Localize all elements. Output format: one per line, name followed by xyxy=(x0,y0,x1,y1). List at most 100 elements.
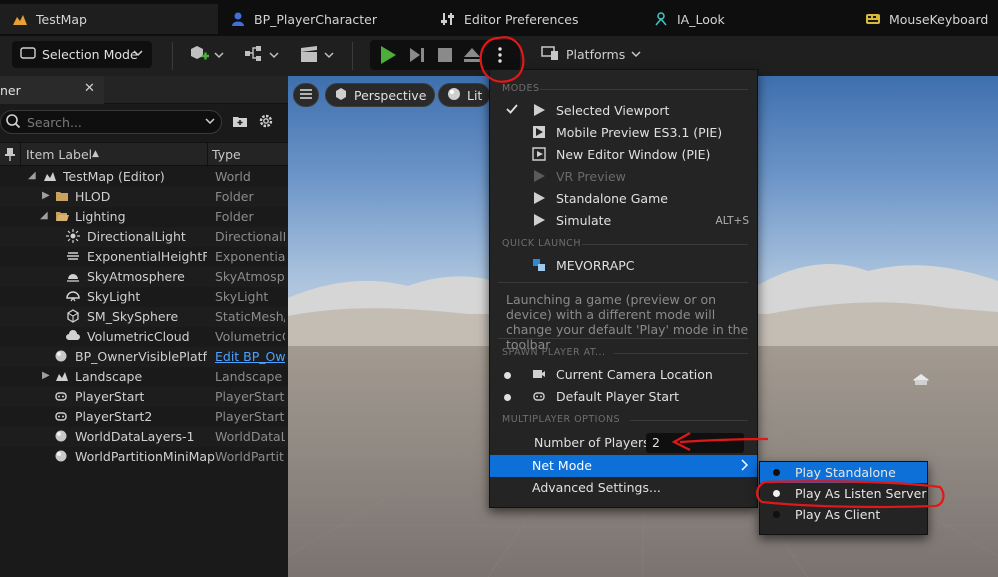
row-label: PlayerStart xyxy=(75,389,145,404)
row-label: WorldPartitionMiniMap xyxy=(75,449,215,464)
section-divider xyxy=(582,244,748,245)
tree-row[interactable]: ExponentialHeightFog ExponentialI xyxy=(0,247,288,267)
number-of-players-input[interactable]: 2 xyxy=(646,433,744,453)
tree-row[interactable]: SM_SkySphere StaticMesh/ xyxy=(0,307,288,327)
gear-icon[interactable] xyxy=(258,113,274,132)
menu-item-selected-viewport[interactable]: Selected Viewport xyxy=(556,103,669,118)
play-icon[interactable] xyxy=(378,44,398,69)
static-mesh-icon xyxy=(66,309,80,323)
row-type: SkyLight xyxy=(215,289,269,304)
tab-bp-playercharacter[interactable]: BP_PlayerCharacter xyxy=(218,4,418,34)
menu-item-quick-launch-device[interactable]: MEVORRAPC xyxy=(556,258,635,273)
actor-sphere-icon xyxy=(54,429,68,443)
expand-arrow-icon[interactable]: ▶ xyxy=(42,370,50,381)
column-item-label[interactable]: Item Label xyxy=(26,147,92,162)
eject-icon[interactable] xyxy=(462,44,482,69)
clapperboard-icon xyxy=(298,43,320,68)
menu-item-mobile-preview[interactable]: Mobile Preview ES3.1 (PIE) xyxy=(556,125,722,140)
menu-item-simulate[interactable]: Simulate xyxy=(556,213,611,228)
chevron-down-icon xyxy=(214,48,224,63)
menu-item-default-player-start[interactable]: Default Player Start xyxy=(556,389,679,404)
platforms-button[interactable]: Platforms xyxy=(540,44,641,65)
menu-item-vr-preview: VR Preview xyxy=(556,169,626,184)
net-mode-submenu: Play Standalone Play As Listen Server Pl… xyxy=(759,461,928,535)
level-icon xyxy=(12,11,28,27)
add-folder-icon[interactable] xyxy=(232,113,248,132)
row-type: DirectionalL xyxy=(215,229,285,244)
tree-row[interactable]: VolumetricCloud VolumetricC xyxy=(0,327,288,347)
platforms-icon xyxy=(540,44,560,65)
tab-ia-look[interactable]: IA_Look xyxy=(641,4,841,34)
actor-sphere-icon xyxy=(54,349,68,363)
section-quick-launch: QUICK LAUNCH xyxy=(502,238,581,249)
tab-testmap[interactable]: TestMap xyxy=(0,4,218,34)
chevron-down-icon[interactable] xyxy=(205,114,215,129)
chevron-down-icon xyxy=(631,47,641,62)
menu-item-new-editor-window[interactable]: New Editor Window (PIE) xyxy=(556,147,710,162)
cinematics-button[interactable] xyxy=(298,43,334,67)
radio-dot xyxy=(504,372,511,379)
section-multiplayer-options: MULTIPLAYER OPTIONS xyxy=(502,414,621,425)
new-window-icon xyxy=(532,147,546,161)
node-graph-icon xyxy=(243,43,265,68)
more-options-icon[interactable] xyxy=(492,44,508,69)
chevron-down-icon xyxy=(269,48,279,63)
submenu-item-play-as-client[interactable]: Play As Client xyxy=(760,504,927,525)
mapping-icon xyxy=(865,11,881,27)
lit-sphere-icon xyxy=(447,87,461,104)
expand-arrow-icon[interactable]: ◢ xyxy=(40,210,48,221)
camera-icon xyxy=(532,367,546,381)
stop-icon[interactable] xyxy=(435,44,455,69)
cube-icon xyxy=(334,87,348,104)
tree-row[interactable]: SkyLight SkyLight xyxy=(0,287,288,307)
menu-item-advanced-settings[interactable]: Advanced Settings... xyxy=(532,480,661,495)
tree-row[interactable]: ▶ Landscape Landscape xyxy=(0,367,288,387)
menu-item-standalone-game[interactable]: Standalone Game xyxy=(556,191,668,206)
outliner-search-input[interactable]: Search... xyxy=(0,110,222,134)
add-actor-button[interactable] xyxy=(188,43,224,67)
submenu-item-play-as-listen-server[interactable]: Play As Listen Server xyxy=(760,483,927,504)
menu-item-current-camera-location[interactable]: Current Camera Location xyxy=(556,367,713,382)
tree-row[interactable]: WorldPartitionMiniMap WorldPartiti xyxy=(0,447,288,467)
tree-row[interactable]: DirectionalLight DirectionalL xyxy=(0,227,288,247)
edit-blueprint-link[interactable]: Edit BP_Ow xyxy=(215,349,285,364)
viewport-menu-button[interactable] xyxy=(293,83,319,107)
tab-mousekeyboard[interactable]: MouseKeyboard xyxy=(853,4,998,34)
radio-dot xyxy=(773,511,780,518)
expand-arrow-icon[interactable]: ▶ xyxy=(42,190,50,201)
row-label: PlayerStart2 xyxy=(75,409,153,424)
menu-item-net-mode[interactable]: Net Mode xyxy=(490,455,757,477)
viewport-play-icon xyxy=(532,103,546,117)
tree-row[interactable]: ◢ Lighting Folder xyxy=(0,207,288,227)
perspective-label: Perspective xyxy=(354,87,427,103)
net-mode-label: Net Mode xyxy=(532,458,592,473)
tab-label: IA_Look xyxy=(677,11,725,27)
close-icon[interactable]: ✕ xyxy=(84,81,95,96)
blueprints-button[interactable] xyxy=(243,43,279,67)
tree-row[interactable]: SkyAtmosphere SkyAtmospl xyxy=(0,267,288,287)
tab-editor-preferences[interactable]: Editor Preferences xyxy=(428,4,628,34)
section-spawn-player: SPAWN PLAYER AT... xyxy=(502,347,606,358)
tree-row[interactable]: ◢ TestMap (Editor) World xyxy=(0,167,288,187)
standalone-game-icon xyxy=(532,191,546,205)
sort-ascending-icon: ▲ xyxy=(92,149,99,159)
expand-arrow-icon[interactable]: ◢ xyxy=(28,170,36,181)
row-type: WorldPartiti xyxy=(215,449,285,464)
view-mode-button[interactable]: Lit xyxy=(438,83,490,107)
tab-label: MouseKeyboard xyxy=(889,11,989,27)
row-type: PlayerStart xyxy=(215,409,285,424)
submenu-label: Play Standalone xyxy=(795,465,896,480)
selection-mode-dropdown[interactable]: Selection Mode xyxy=(12,41,152,68)
skip-frame-icon[interactable] xyxy=(407,44,427,69)
row-type: VolumetricC xyxy=(215,329,285,344)
tree-row[interactable]: BP_OwnerVisiblePlatfo Edit BP_Ow xyxy=(0,347,288,367)
pin-icon[interactable] xyxy=(4,146,16,165)
column-type[interactable]: Type xyxy=(212,147,241,162)
perspective-button[interactable]: Perspective xyxy=(325,83,436,107)
checkmark-icon xyxy=(506,103,518,118)
tree-row[interactable]: WorldDataLayers-1 WorldDataL xyxy=(0,427,288,447)
tree-row[interactable]: ▶ HLOD Folder xyxy=(0,187,288,207)
tree-row[interactable]: PlayerStart2 PlayerStart xyxy=(0,407,288,427)
submenu-item-play-standalone[interactable]: Play Standalone xyxy=(760,462,927,483)
tree-row[interactable]: PlayerStart PlayerStart xyxy=(0,387,288,407)
